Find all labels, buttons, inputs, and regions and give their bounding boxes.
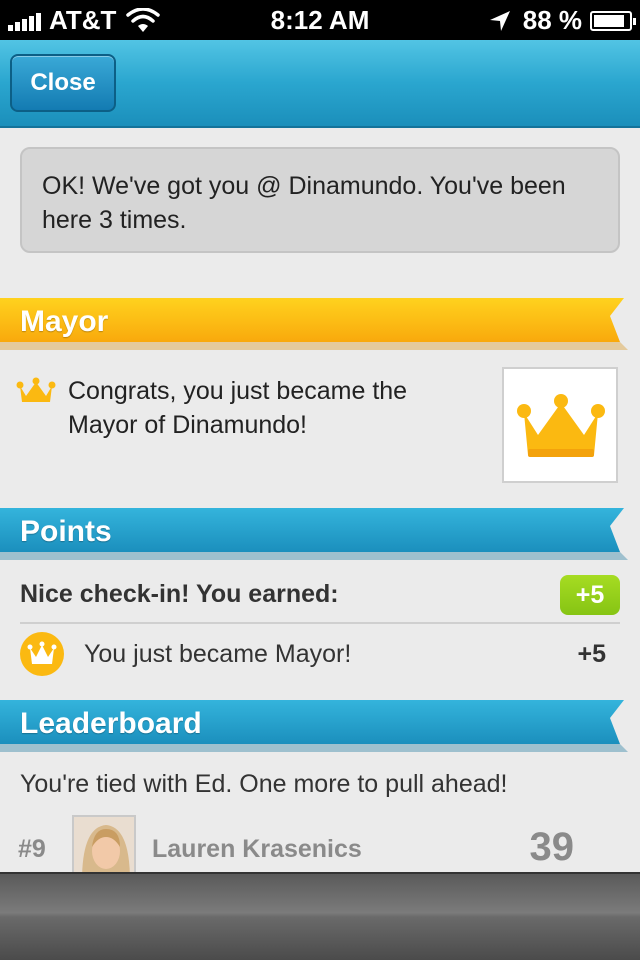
earned-row: Nice check-in! You earned: +5 [0,570,640,622]
status-right: 88 % [489,5,636,36]
leaderboard-title: Leaderboard [20,707,202,740]
checkin-message: OK! We've got you @ Dinamundo. You've be… [20,147,620,253]
mayor-row: Congrats, you just became the Mayor of D… [0,362,640,492]
avatar [72,815,136,875]
battery-percent: 88 % [522,5,582,35]
leaderboard-message: You're tied with Ed. One more to pull ah… [20,770,508,798]
large-crown-icon [517,394,605,457]
leader-score: 39 [529,825,575,869]
points-item-row: You just became Mayor! +5 [0,628,640,684]
mayor-title: Mayor [20,305,109,338]
status-bar: AT&T 8:12 AM 88 % [0,0,640,40]
battery-fill [594,14,624,27]
leaderboard-section-header: Leaderboard [0,698,640,752]
leader-name: Lauren Krasenics [152,835,362,863]
close-button[interactable]: Close [10,54,116,112]
crown-icon [20,632,64,676]
leaderboard-entry[interactable]: #9 Lauren Krasenics 39 [0,815,640,875]
crown-icon [16,377,56,402]
rank-number: #9 [18,835,46,863]
points-item-value: +5 [577,640,606,668]
points-title: Points [20,515,112,548]
battery-icon [590,10,636,31]
bottom-toolbar [0,872,640,960]
points-item-label: You just became Mayor! [84,640,352,668]
earned-label: Nice check-in! You earned: [20,580,339,608]
mayor-section-header: Mayor [0,296,640,350]
points-section-header: Points [0,506,640,560]
mayor-congrats-text: Congrats, you just became the Mayor of D… [68,377,408,439]
nav-bar: Close [0,40,640,128]
avatar-photo [74,817,134,875]
earned-total-badge: +5 [560,575,620,615]
divider [20,622,620,624]
mayor-badge[interactable] [502,367,618,483]
location-arrow-icon [489,10,510,31]
